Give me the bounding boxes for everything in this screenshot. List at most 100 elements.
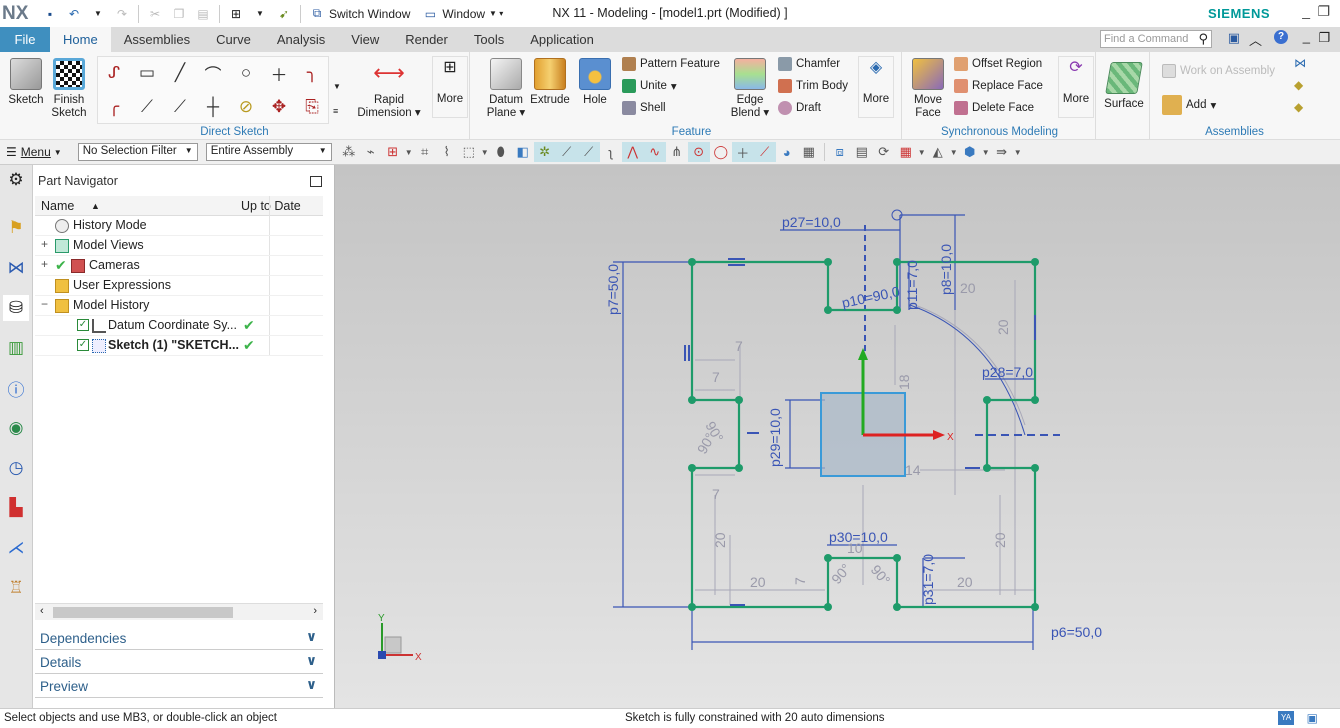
resource-bar-settings-icon[interactable]: ⚙ — [3, 167, 29, 193]
window-menu[interactable]: Window — [442, 7, 485, 21]
tree-row-sketch[interactable]: ✓ Sketch (1) "SKETCH... ✔ — [35, 336, 323, 356]
auto-dim[interactable]: 20 — [960, 280, 976, 296]
hole-button[interactable]: Hole — [576, 58, 614, 107]
auto-dim[interactable]: 7 — [735, 338, 743, 354]
web-browser-icon[interactable]: ⓘ — [3, 375, 29, 401]
trim-body-button[interactable]: Trim Body — [778, 77, 848, 95]
tab-home[interactable]: Home — [50, 27, 111, 52]
offset-region-button[interactable]: Offset Region — [954, 55, 1042, 73]
tab-view[interactable]: View — [338, 27, 392, 52]
quick-trim-icon[interactable]: ⟋ — [134, 94, 160, 120]
spline-point-icon[interactable]: ∿ — [643, 142, 666, 162]
expand-icon[interactable]: + — [41, 257, 48, 271]
general-selection-icon[interactable]: ⁂ — [338, 142, 360, 162]
add-component-button[interactable]: Add ▾ — [1162, 95, 1216, 115]
roles-icon[interactable]: ♖ — [3, 575, 29, 601]
rapid-dimension-button[interactable]: ⟷ Rapid Dimension ▾ — [355, 58, 423, 120]
constraint-navigator-icon[interactable]: ⋈ — [3, 255, 29, 281]
curve-rule-icon[interactable]: ⌇ — [436, 142, 458, 162]
restore-icon[interactable]: ❐ — [1317, 3, 1330, 20]
scroll-right-icon[interactable]: › — [313, 605, 317, 617]
finish-sketch-button[interactable]: Finish Sketch — [50, 58, 88, 120]
existing-point-icon[interactable]: ⋔ — [666, 142, 688, 162]
redo-icon[interactable]: ↷ — [113, 5, 131, 23]
tree-row-datum-csys[interactable]: ✓ Datum Coordinate Sy... ✔ — [35, 316, 323, 336]
tree-row-cameras[interactable]: + ✔ Cameras — [35, 256, 323, 276]
tab-application[interactable]: Application — [517, 27, 607, 52]
selection-filter-select[interactable]: No Selection Filter — [77, 143, 198, 161]
selection-mode-icon[interactable]: YA — [1278, 711, 1294, 725]
grid-icon[interactable]: ▦ — [798, 142, 820, 162]
control-point-icon[interactable]: ʅ — [600, 142, 622, 162]
point-on-face-icon[interactable]: ⟋ — [753, 142, 776, 162]
point-snap-icon[interactable]: ⌗ — [414, 142, 436, 162]
dim-p10[interactable]: p10=90,0 — [840, 283, 901, 311]
fit-icon[interactable]: ⧈ — [829, 142, 851, 162]
visualization-icon[interactable]: ▙ — [3, 495, 29, 521]
point-on-curve-icon[interactable]: ＋ — [731, 142, 754, 162]
auto-dim[interactable]: 7 — [792, 577, 808, 585]
auto-dim[interactable]: 20 — [750, 574, 766, 590]
auto-dim[interactable]: 18 — [896, 374, 912, 390]
tab-render[interactable]: Render — [392, 27, 461, 52]
arc-center-icon[interactable]: ⊙ — [687, 142, 710, 162]
tree-row-model-history[interactable]: − Model History — [35, 296, 323, 316]
constraints-icon[interactable]: ⋈ — [1294, 56, 1306, 70]
datum-plane-button[interactable]: Datum Plane ▾ — [486, 58, 526, 120]
tab-assemblies[interactable]: Assemblies — [111, 27, 203, 52]
face-select-icon[interactable]: ◧ — [512, 142, 534, 162]
line-tool-icon[interactable]: ╱ — [167, 60, 193, 86]
search-icon[interactable]: ⚲ — [1198, 31, 1208, 47]
auto-dim[interactable]: 90° — [828, 560, 854, 587]
minimize-ribbon-icon[interactable]: _ — [1303, 29, 1310, 44]
suppress-checkbox[interactable]: ✓ — [77, 319, 89, 331]
restore-ribbon-icon[interactable]: ❐ — [1318, 30, 1330, 46]
sketch-button[interactable]: Sketch — [6, 58, 46, 107]
auto-dim[interactable]: 20 — [995, 319, 1011, 335]
dropdown-icon[interactable]: ▼ — [89, 5, 107, 23]
column-header-up-to-date[interactable]: Up to Date — [241, 199, 301, 213]
details-panel[interactable]: Details ∨ — [35, 651, 323, 674]
chevron-down-icon[interactable]: ∨ — [306, 653, 317, 669]
assembly-navigator-icon[interactable]: ⚑ — [3, 215, 29, 241]
dropdown-icon[interactable]: ▼ — [404, 142, 414, 162]
make-corner-icon[interactable]: ┼ — [200, 94, 226, 120]
column-header-name[interactable]: Name — [41, 199, 74, 213]
work-on-assembly-button[interactable]: Work on Assembly — [1162, 62, 1275, 80]
tab-analysis[interactable]: Analysis — [264, 27, 338, 52]
sync-more-button[interactable]: ⟳ More — [1058, 56, 1094, 118]
chamfer-button[interactable]: Chamfer — [778, 55, 840, 73]
undo-icon[interactable]: ↶ — [65, 5, 83, 23]
tab-tools[interactable]: Tools — [461, 27, 517, 52]
dropdown-icon[interactable]: ▼ — [917, 142, 927, 162]
menu-button[interactable]: Menu — [21, 145, 51, 159]
chevron-down-icon[interactable]: ∨ — [306, 677, 317, 693]
clock-icon[interactable]: ◷ — [3, 455, 29, 481]
surface-button[interactable]: Surface — [1102, 62, 1146, 111]
auto-dim[interactable]: 20 — [957, 574, 973, 590]
resource-bar-toggle-icon[interactable]: ▣ — [1228, 30, 1240, 46]
find-command-input[interactable]: Find a Command — [1100, 30, 1212, 48]
unite-button[interactable]: Unite ▾ — [622, 77, 677, 95]
dropdown-icon[interactable]: ▼ — [949, 142, 959, 162]
menu-icon[interactable]: ☰ — [6, 145, 17, 159]
auto-dim[interactable]: 20 — [992, 532, 1008, 548]
tree-row-history-mode[interactable]: History Mode — [35, 216, 323, 236]
dim-p31[interactable]: p31=7,0 — [920, 554, 936, 605]
zoom-window-icon[interactable]: ▤ — [851, 142, 873, 162]
tab-curve[interactable]: Curve — [203, 27, 264, 52]
scroll-left-icon[interactable]: ‹ — [40, 605, 44, 617]
dim-p8[interactable]: p8=10,0 — [938, 244, 954, 295]
auto-dim[interactable]: 7 — [712, 369, 720, 385]
quadrant-point-icon[interactable]: ◯ — [710, 142, 732, 162]
collapse-icon[interactable]: − — [41, 297, 48, 311]
gallery-expand-icon[interactable]: ≡ — [333, 106, 338, 116]
touch-mode-icon[interactable]: ⊞ — [227, 5, 245, 23]
feature-more-button[interactable]: ◈ More — [858, 56, 894, 118]
cut-icon[interactable]: ✂ — [146, 5, 164, 23]
window-icon[interactable]: ▭ — [421, 5, 439, 23]
rectangle-tool-icon[interactable]: ▭ — [134, 60, 160, 86]
dropdown-icon[interactable]: ▼ — [981, 142, 991, 162]
save-icon[interactable]: ▪ — [41, 5, 59, 23]
circle-tool-icon[interactable]: ○ — [233, 60, 259, 86]
